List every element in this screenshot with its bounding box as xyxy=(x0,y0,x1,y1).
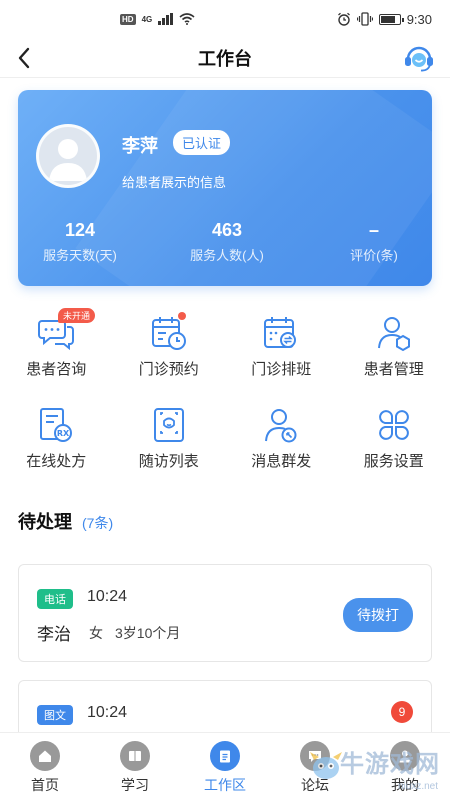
section-title: 待处理 xyxy=(18,512,72,532)
user-hexagon-icon xyxy=(375,314,413,352)
user-broadcast-icon xyxy=(262,406,300,444)
tab-label: 我的 xyxy=(391,777,419,793)
tab-forum[interactable]: 论坛 xyxy=(270,733,360,800)
tab-label: 首页 xyxy=(31,777,59,793)
home-icon xyxy=(30,741,60,771)
task-type-badge: 电话 xyxy=(37,589,73,609)
feature-patient-management[interactable]: 患者管理 xyxy=(338,314,450,394)
status-right: 9:30 xyxy=(337,12,432,27)
patient-gender: 女 xyxy=(89,625,103,641)
chevron-left-icon xyxy=(18,47,30,69)
feature-clinic-schedule[interactable]: 门诊排班 xyxy=(225,314,338,394)
status-bar: HD 4G 9:30 xyxy=(0,0,450,38)
tab-home[interactable]: 首页 xyxy=(0,733,90,800)
profile-description: 给患者展示的信息 xyxy=(122,175,227,190)
avatar[interactable] xyxy=(36,124,100,188)
pending-call-button[interactable]: 待拨打 xyxy=(343,598,413,632)
hd-badge: HD xyxy=(120,13,136,25)
verified-badge: 已认证 xyxy=(173,130,231,155)
feature-broadcast-message[interactable]: 消息群发 xyxy=(225,406,338,486)
stat-service-people[interactable]: 463 服务人数(人) xyxy=(187,220,267,264)
battery-icon xyxy=(378,13,404,25)
page-title: 工作台 xyxy=(198,48,252,69)
stat-label: 服务人数(人) xyxy=(190,248,264,263)
status-left: HD 4G xyxy=(120,13,195,25)
doctor-name: 李萍 xyxy=(122,136,158,156)
feature-followup-list[interactable]: 随访列表 xyxy=(113,406,226,486)
svg-text:RX: RX xyxy=(57,429,70,438)
task-time: 10:24 xyxy=(87,704,128,721)
prescription-icon: RX xyxy=(37,406,75,444)
tab-mine[interactable]: 我的 xyxy=(360,733,450,800)
feature-patient-consult[interactable]: 未开通 患者咨询 xyxy=(0,308,113,394)
feature-label: 门诊排班 xyxy=(251,361,312,378)
bottom-tab-bar: 首页 学习 工作区 论坛 我的 xyxy=(0,732,450,800)
unread-count-badge: 9 xyxy=(391,701,413,723)
stat-value: 124 xyxy=(64,220,96,240)
book-icon xyxy=(120,741,150,771)
task-type-badge: 图文 xyxy=(37,705,73,725)
notification-dot xyxy=(177,312,186,320)
feature-label: 服务设置 xyxy=(363,453,424,470)
stats-row: 124 服务天数(天) 463 服务人数(人) – 评价(条) xyxy=(18,220,432,264)
four-petal-icon xyxy=(375,406,413,444)
task-time: 10:24 xyxy=(87,588,128,605)
signal-icon xyxy=(158,13,174,25)
task-card-text[interactable]: 图文 10:24 9 xyxy=(18,680,432,732)
tab-workspace[interactable]: 工作区 xyxy=(180,733,270,800)
vibrate-icon xyxy=(356,12,373,26)
network-label: 4G xyxy=(141,14,153,24)
wifi-icon xyxy=(179,13,195,25)
calendar-clock-icon xyxy=(150,312,188,352)
feature-label: 随访列表 xyxy=(138,453,199,470)
calendar-swap-icon xyxy=(262,314,300,352)
pending-count: (7条) xyxy=(82,515,114,531)
main-content: 李萍 已认证 给患者展示的信息 124 服务天数(天) 463 服务人数(人) … xyxy=(0,78,450,732)
clock-time: 9:30 xyxy=(406,11,432,27)
customer-service-button[interactable] xyxy=(402,43,436,73)
pending-header: 待处理 (7条) xyxy=(0,486,450,534)
tab-label: 论坛 xyxy=(301,777,329,793)
tab-learn[interactable]: 学习 xyxy=(90,733,180,800)
feature-label: 患者咨询 xyxy=(26,361,87,378)
back-button[interactable] xyxy=(10,44,38,72)
clipboard-icon xyxy=(210,741,240,771)
task-card-phone[interactable]: 电话 10:24 李治 女 3岁10个月 待拨打 xyxy=(18,564,432,662)
feature-online-prescription[interactable]: RX 在线处方 xyxy=(0,406,113,486)
face-scan-icon xyxy=(150,406,188,444)
feature-service-settings[interactable]: 服务设置 xyxy=(338,406,450,486)
stat-label: 服务天数(天) xyxy=(43,248,117,263)
stat-service-days[interactable]: 124 服务天数(天) xyxy=(40,220,120,264)
feature-label: 消息群发 xyxy=(251,453,312,470)
headset-icon xyxy=(405,46,433,72)
stat-value: 463 xyxy=(211,220,243,240)
profile-icon xyxy=(390,741,420,771)
forum-icon xyxy=(300,741,330,771)
feature-label: 在线处方 xyxy=(26,453,87,470)
tab-label: 工作区 xyxy=(204,777,246,793)
feature-label: 患者管理 xyxy=(363,361,424,378)
default-avatar-icon xyxy=(49,139,87,181)
stat-reviews[interactable]: – 评价(条) xyxy=(334,220,414,264)
tab-label: 学习 xyxy=(121,777,149,793)
patient-age: 3岁10个月 xyxy=(115,625,181,641)
alarm-icon xyxy=(337,12,350,26)
stat-value: – xyxy=(368,220,379,240)
profile-card[interactable]: 李萍 已认证 给患者展示的信息 124 服务天数(天) 463 服务人数(人) … xyxy=(18,90,432,286)
feature-clinic-appointment[interactable]: 门诊预约 xyxy=(113,312,226,394)
patient-name: 李治 xyxy=(37,625,71,644)
nav-bar: 工作台 xyxy=(0,38,450,78)
stat-label: 评价(条) xyxy=(350,248,398,263)
feature-label: 门诊预约 xyxy=(138,361,199,378)
not-activated-tag: 未开通 xyxy=(58,308,96,323)
feature-grid: 未开通 患者咨询 门诊预约 门诊排班 患者管理 RX 在线处方 随访列表 消息群… xyxy=(0,286,450,486)
